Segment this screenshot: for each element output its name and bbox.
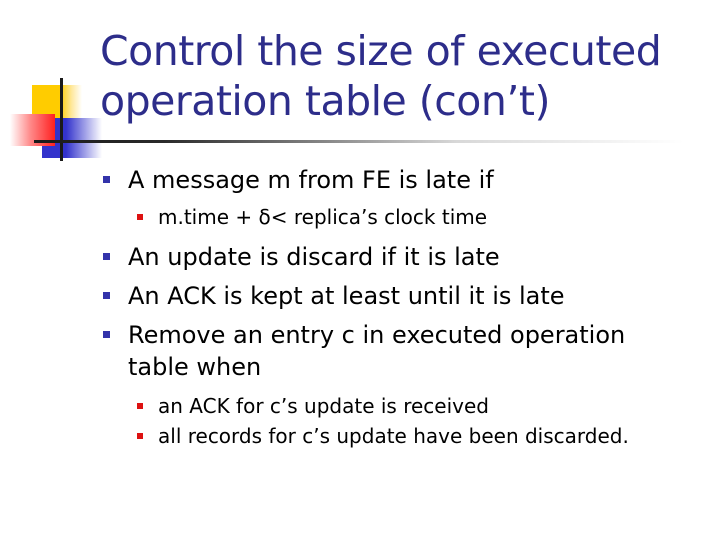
square-bullet-icon <box>137 433 143 439</box>
bullet-item-level2: m.time + δ< replica’s clock time <box>137 203 488 231</box>
square-bullet-icon <box>137 214 143 220</box>
bullet-text: An update is discard if it is late <box>128 243 500 271</box>
square-bullet-icon <box>103 292 110 299</box>
square-bullet-icon <box>137 403 143 409</box>
bullet-text: m.time + δ< replica’s clock time <box>158 205 488 229</box>
bullet-item-level1: An ACK is kept at least until it is late <box>103 280 565 312</box>
decorative-vertical-line <box>60 78 63 161</box>
bullet-item-level2: an ACK for c’s update is received <box>137 392 489 420</box>
bullet-text: Remove an entry c in executed operation … <box>128 321 626 381</box>
bullet-text: A message m from FE is late if <box>128 166 494 194</box>
bullet-item-level1: A message m from FE is late if <box>103 164 494 196</box>
bullet-item-level1: An update is discard if it is late <box>103 241 500 273</box>
bullet-text: all records for c’s update have been dis… <box>158 424 629 448</box>
bullet-item-level2: all records for c’s update have been dis… <box>137 422 629 450</box>
slide-title: Control the size of executed operation t… <box>100 27 662 125</box>
bullet-item-level1: Remove an entry c in executed operation … <box>103 319 668 383</box>
title-underline-divider <box>34 140 684 143</box>
bullet-text: an ACK for c’s update is received <box>158 394 489 418</box>
square-bullet-icon <box>103 176 110 183</box>
slide: Control the size of executed operation t… <box>0 0 720 540</box>
bullet-text: An ACK is kept at least until it is late <box>128 282 565 310</box>
square-bullet-icon <box>103 253 110 260</box>
square-bullet-icon <box>103 331 110 338</box>
